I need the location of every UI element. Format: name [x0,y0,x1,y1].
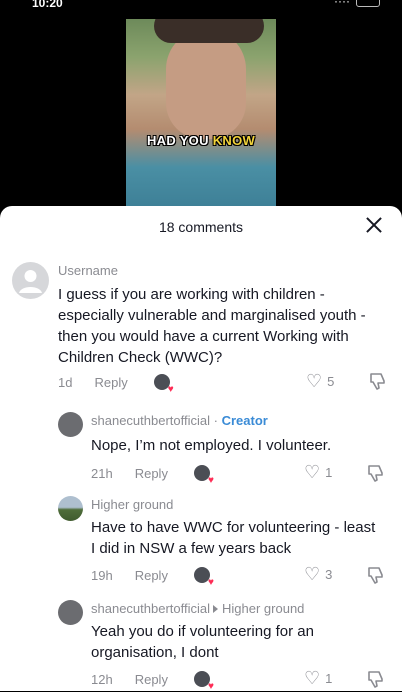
comment-text: Have to have WWC for volunteering - leas… [91,519,376,557]
person-face [166,29,246,139]
like-button[interactable]: ♡ 3 [304,565,332,583]
default-avatar-icon [19,270,42,293]
dislike-icon[interactable] [366,566,384,584]
comment-age: 12h [91,671,113,687]
avatar[interactable] [12,262,49,299]
comment-text: Yeah you do if volunteering for an organ… [91,623,314,661]
avatar[interactable] [58,412,83,437]
comment-age: 21h [91,465,113,481]
status-time: 10:20 [32,0,63,10]
comment-username: shanecuthbertofficial Higher ground [91,601,304,616]
heart-icon: ♡ [304,564,321,584]
reply-arrow-icon [213,605,219,613]
close-icon[interactable] [365,216,383,234]
heart-icon: ♡ [304,462,321,482]
comment-username[interactable]: Higher ground [91,497,173,512]
dislike-icon[interactable] [368,372,386,390]
reply-to-username[interactable]: Higher ground [222,601,304,616]
like-button[interactable]: ♡ 1 [304,463,332,481]
creator-badge: Creator [221,413,268,428]
avatar[interactable] [58,496,83,521]
like-count: 5 [327,373,335,389]
like-count: 1 [325,670,333,686]
comments-count-title: 18 comments [158,219,244,235]
like-button[interactable]: ♡ 5 [306,372,334,390]
reply-button[interactable]: Reply [135,568,168,583]
like-count: 3 [325,566,333,582]
avatar[interactable] [58,600,83,625]
username-separator: · [213,413,218,428]
comment-meta: 12h Reply [91,671,214,692]
creator-liked-icon [193,567,214,588]
signal-icon: ···· [334,0,350,8]
caption-plain: HAD YOU [146,133,209,148]
caption-highlight: KNOW [212,133,256,148]
status-bar: 10:20 ···· [0,0,402,16]
heart-icon: ♡ [304,668,321,688]
creator-liked-icon [193,671,214,692]
status-icons: ···· [334,0,380,8]
comment-meta: 21h Reply [91,465,214,486]
reply-button[interactable]: Reply [135,672,168,687]
comment-age: 19h [91,567,113,583]
comment-text: Nope, I’m not employed. I volunteer. [91,437,332,454]
reply-button[interactable]: Reply [94,375,127,390]
person-hair [154,19,264,43]
comment-meta: 1d Reply [58,374,174,395]
comment-username: shanecuthbertofficial · Creator [91,413,268,428]
dislike-icon[interactable] [366,464,384,482]
dislike-icon[interactable] [366,670,384,688]
like-count: 1 [325,464,333,480]
comments-sheet: 18 comments Username I guess if you are … [0,206,402,692]
video-thumbnail[interactable]: HAD YOU KNOW [126,19,276,209]
comment-meta: 19h Reply [91,567,214,588]
comment-username[interactable]: Username [58,263,118,278]
creator-liked-icon [193,465,214,486]
video-caption: HAD YOU KNOW [126,133,276,148]
reply-button[interactable]: Reply [135,466,168,481]
comment-text: I guess if you are working with children… [58,286,366,366]
comment-username-text[interactable]: shanecuthbertofficial [91,601,210,616]
battery-icon [356,0,380,7]
comment-username-text[interactable]: shanecuthbertofficial [91,413,210,428]
like-button[interactable]: ♡ 1 [304,669,332,687]
comment-age: 1d [58,374,73,390]
heart-icon: ♡ [306,371,323,391]
creator-liked-icon [153,374,174,395]
